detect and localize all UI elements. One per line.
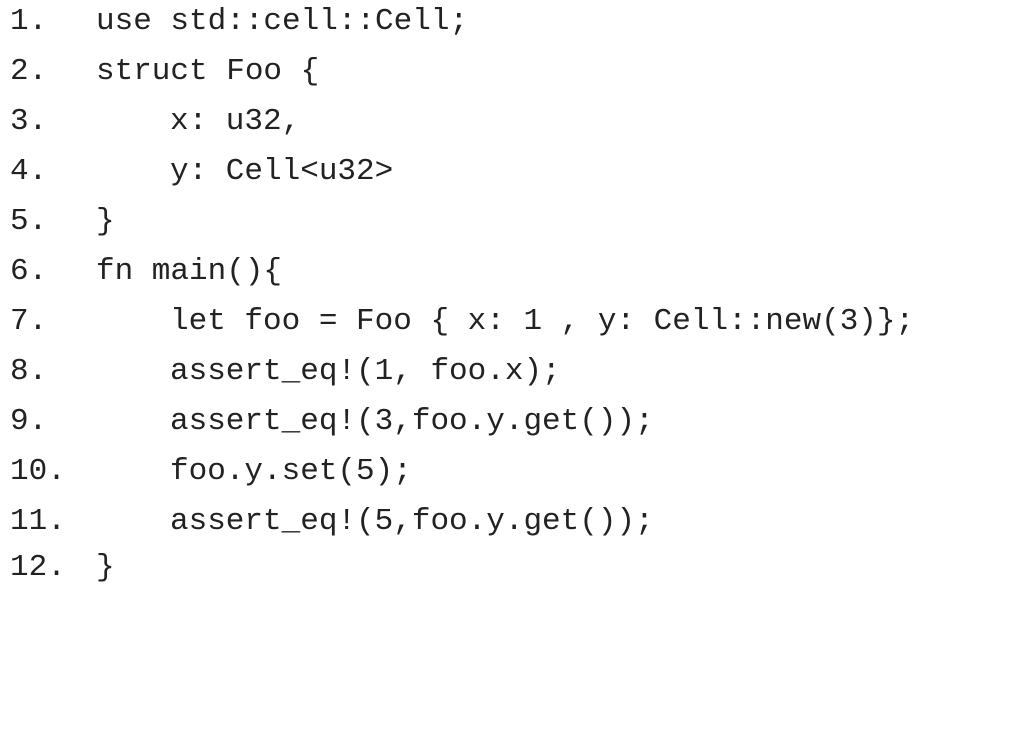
line-code: } — [96, 550, 115, 585]
line-code: use std::cell::Cell; — [96, 4, 469, 39]
line-code: let foo = Foo { x: 1 , y: Cell::new(3)}; — [170, 304, 915, 339]
line-number: 12. — [10, 550, 66, 585]
code-line-7: 7. let foo = Foo { x: 1 , y: Cell::new(3… — [0, 297, 1026, 347]
code-line-5: 5. } — [0, 197, 1026, 247]
line-number: 1. — [10, 4, 48, 39]
line-code: x: u32, — [170, 104, 301, 139]
line-number: 6. — [10, 254, 48, 289]
line-code: y: Cell<u32> — [170, 154, 394, 189]
code-line-4: 4. y: Cell<u32> — [0, 147, 1026, 197]
line-number: 10. — [10, 454, 66, 489]
line-number: 8. — [10, 354, 48, 389]
code-line-10: 10. foo.y.set(5); — [0, 447, 1026, 497]
line-number: 2. — [10, 54, 48, 89]
line-code: assert_eq!(5,foo.y.get()); — [170, 504, 654, 539]
line-code: } — [96, 204, 115, 239]
line-number: 9. — [10, 404, 48, 439]
line-code: assert_eq!(3,foo.y.get()); — [170, 404, 654, 439]
line-code: fn main(){ — [96, 254, 283, 289]
code-line-1: 1. use std::cell::Cell; — [0, 0, 1026, 47]
line-number: 5. — [10, 204, 48, 239]
code-line-9: 9. assert_eq!(3,foo.y.get()); — [0, 397, 1026, 447]
code-line-11: 11. assert_eq!(5,foo.y.get()); — [0, 497, 1026, 547]
code-line-3: 3. x: u32, — [0, 97, 1026, 147]
line-number: 11. — [10, 504, 66, 539]
line-number: 3. — [10, 104, 48, 139]
line-code: struct Foo { — [96, 54, 320, 89]
code-line-6: 6. fn main(){ — [0, 247, 1026, 297]
code-line-8: 8. assert_eq!(1, foo.x); — [0, 347, 1026, 397]
code-line-12: 12. } — [0, 543, 1026, 593]
code-line-2: 2. struct Foo { — [0, 47, 1026, 97]
line-number: 4. — [10, 154, 48, 189]
line-code: assert_eq!(1, foo.x); — [170, 354, 561, 389]
code-listing: 1. use std::cell::Cell; 2. struct Foo { … — [0, 0, 1026, 593]
line-number: 7. — [10, 304, 48, 339]
line-code: foo.y.set(5); — [170, 454, 412, 489]
